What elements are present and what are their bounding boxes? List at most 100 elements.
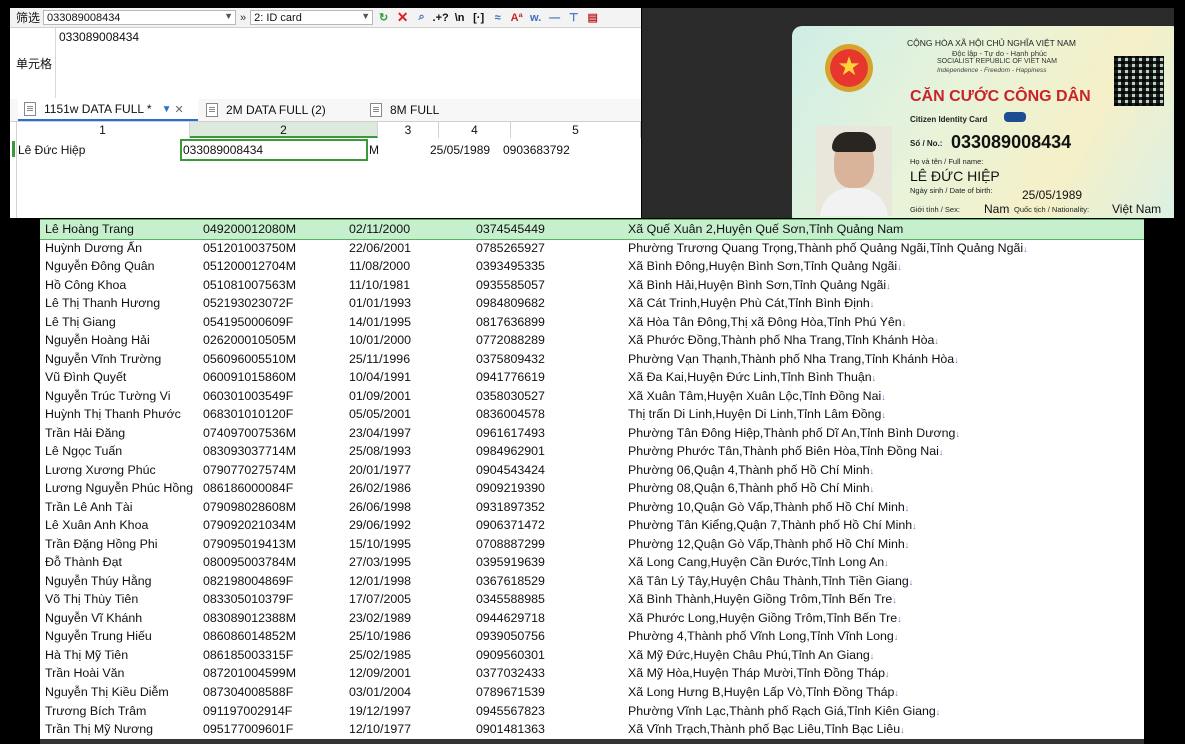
tab-8m-full[interactable]: 8M FULL — [370, 99, 470, 121]
column-header[interactable]: 2 — [190, 122, 378, 138]
table-cell[interactable]: Lê Đức Hiệp — [16, 139, 190, 161]
birth-date-cell: 10/01/2000 — [349, 333, 412, 348]
phone-cell: 0345588985 — [476, 592, 545, 607]
full-name-cell: Nguyễn Thúy Hằng — [45, 573, 152, 588]
full-name-cell: Nguyễn Đông Quân — [45, 259, 155, 274]
birth-date-cell: 17/07/2005 — [349, 592, 412, 607]
column-select[interactable]: 2: ID card ▼ — [250, 10, 374, 25]
table-row[interactable]: Trần Đặng Hồng Phi 079095019413M 15/10/199… — [40, 535, 1144, 554]
divider — [55, 28, 56, 98]
birth-date-cell: 14/01/1995 — [349, 314, 412, 329]
birth-date-cell: 12/10/1977 — [349, 722, 412, 737]
table-row[interactable]: Nguyễn Trung Hiếu 086086014852M 25/10/1986… — [40, 627, 1144, 646]
phone-cell: 0931897352 — [476, 499, 545, 514]
phone-cell: 0789671539 — [476, 685, 545, 699]
newline-icon[interactable]: \n — [451, 10, 468, 25]
id-number-cell: 086186000084F — [203, 481, 294, 496]
birth-date-cell: 11/08/2000 — [349, 259, 411, 274]
horizontal-scrollbar[interactable] — [40, 739, 1144, 744]
phone-cell: 0708887299 — [476, 536, 545, 551]
full-name-cell: Trần Hải Đăng — [45, 425, 126, 440]
table-row[interactable]: Lê Thị Thanh Hương 052193023072F 01/01/199… — [40, 294, 1144, 313]
table-row[interactable]: Hà Thị Mỹ Tiên 086185003315F 25/02/1985 090… — [40, 646, 1144, 665]
data-listing: Lê Hoàng Trang 049200012080M 02/11/2000 037… — [40, 219, 1144, 739]
search-icon[interactable]: ⌕ — [413, 10, 430, 25]
table-row[interactable]: Nguyễn Hoàng Hải 026200010505M 10/01/2000 0… — [40, 331, 1144, 350]
table-row[interactable]: Võ Thị Thùy Tiên 083305010379F 17/07/2005 0… — [40, 590, 1144, 609]
chevron-down-icon[interactable]: ▼ — [361, 11, 370, 21]
table-row[interactable]: Vũ Đình Quyết 060091015860M 10/04/1991 0941… — [40, 368, 1144, 387]
table-cell-selected[interactable]: 033089008434 — [180, 139, 368, 161]
full-name-cell: Võ Thị Thùy Tiên — [45, 592, 139, 607]
portrait-hair — [832, 132, 876, 152]
clear-filter-icon[interactable]: ⊤ — [565, 10, 582, 25]
table-row[interactable]: Nguyễn Vĩ Khánh 083089012388M 23/02/1989 09… — [40, 609, 1144, 628]
address-cell: Xã Đa Kai,Huyện Đức Linh,Tỉnh Bình Thuận — [628, 368, 876, 388]
full-name-cell: Trần Đặng Hồng Phi — [45, 536, 158, 551]
table-row[interactable]: Nguyễn Trúc Tường Vi 060301003549F 01/09/2… — [40, 387, 1144, 406]
close-icon[interactable]: ✕ — [175, 103, 184, 116]
table-row[interactable]: Trần Hoài Văn 087201004599M 12/09/2001 0377… — [40, 664, 1144, 683]
table-row[interactable]: Nguyễn Thị Kiều Diễm 087304008588F 03/01/2… — [40, 683, 1144, 702]
column-header[interactable]: 3 — [378, 122, 439, 138]
table-row[interactable]: Huỳnh Thị Thanh Phước 068301010120F 05/05/… — [40, 405, 1144, 424]
full-name-cell: Nguyễn Trung Hiếu — [45, 629, 152, 644]
chevron-down-icon[interactable]: ▼ — [224, 11, 233, 21]
cell-label: 单元格 — [16, 57, 53, 71]
filter-value-combo[interactable]: 033089008434 ▼ — [43, 10, 237, 25]
table-row[interactable]: Trương Bích Trâm 091197002914F 19/12/1997 0… — [40, 702, 1144, 721]
phone-cell: 0374545449 — [476, 222, 545, 236]
id-number-cell: 086086014852M — [203, 629, 297, 644]
table-row[interactable]: Lê Ngọc Tuấn 083093037714M 25/08/1993 09849… — [40, 442, 1144, 461]
regex-icon[interactable]: .+? — [432, 10, 449, 25]
birth-date-cell: 23/02/1989 — [349, 610, 412, 625]
table-row[interactable]: Nguyễn Vĩnh Trường 056096005510M 25/11/199… — [40, 350, 1144, 369]
column-header[interactable]: 4 — [439, 122, 511, 138]
table-row[interactable]: Đỗ Thành Đạt 080095003784M 27/03/1995 03959… — [40, 553, 1144, 572]
table-row[interactable]: Lê Xuân Anh Khoa 079092021034M 29/06/1992 0… — [40, 516, 1144, 535]
table-row[interactable]: Trần Thị Mỹ Nương 095177009601F 12/10/1977… — [40, 720, 1144, 739]
phone-cell: 0817636899 — [476, 314, 545, 329]
filter-value: 033089008434 — [47, 11, 121, 24]
close-filter-icon[interactable]: ✕ — [394, 9, 411, 25]
notes-icon[interactable]: ▤ — [584, 10, 601, 25]
bracket-icon[interactable]: [·] — [470, 10, 487, 25]
table-row[interactable]: Lê Thị Giang 054195000609F 14/01/1995 08176… — [40, 313, 1144, 332]
id-number-cell: 052193023072F — [203, 296, 294, 311]
address-cell: Phường Trương Quang Trọng,Thành phố Quản… — [628, 239, 1028, 259]
id-number-cell: 095177009601F — [203, 722, 294, 737]
tab-2m-data-full[interactable]: 2M DATA FULL (2) — [206, 99, 366, 121]
birth-date-cell: 29/06/1992 — [349, 518, 412, 533]
table-row[interactable]: Trần Hải Đăng 074097007536M 23/04/1997 0961… — [40, 424, 1144, 443]
whole-word-icon[interactable]: w. — [527, 10, 544, 25]
table-cell[interactable]: 0903683792 — [503, 139, 633, 161]
minus-icon[interactable]: — — [546, 10, 563, 25]
table-row[interactable]: Lương Nguyễn Phúc Hồng 086186000084F 26/02… — [40, 479, 1144, 498]
fuzzy-match-icon[interactable]: ≈ — [489, 10, 506, 25]
table-cell[interactable]: 25/05/1989 — [430, 139, 502, 161]
table-row[interactable]: Nguyễn Đông Quân 051200012704M 11/08/2000 0… — [40, 257, 1144, 276]
address-cell: Phường 06,Quận 4,Thành phố Hồ Chí Minh — [628, 461, 874, 481]
refresh-icon[interactable]: ↻ — [375, 10, 392, 25]
column-header[interactable]: 1 — [16, 122, 190, 138]
column-header[interactable]: 5 — [511, 122, 641, 138]
table-row[interactable]: Lương Xương Phúc 079077027574M 20/01/1977 0… — [40, 461, 1144, 480]
filter-icon[interactable]: ▼ — [162, 104, 172, 115]
birth-date-cell: 23/04/1997 — [349, 425, 412, 440]
table-row[interactable]: Huỳnh Dương Ấn 051201003750M 22/06/2001 078… — [40, 239, 1144, 258]
table-cell[interactable]: M — [369, 139, 430, 161]
table-row[interactable]: Nguyễn Thúy Hằng 082198004869F 12/01/1998 0… — [40, 572, 1144, 591]
table-row[interactable]: Hồ Công Khoa 051081007563M 11/10/1981 09355… — [40, 276, 1144, 295]
document-icon — [206, 103, 218, 117]
phone-cell: 0941776619 — [476, 370, 545, 385]
tab-1151w-data-full[interactable]: 1151w DATA FULL * ▼ ✕ — [18, 99, 198, 121]
address-cell: Xã Hòa Tân Đông,Thị xã Đông Hòa,Tỉnh Phú… — [628, 313, 906, 333]
id-number-cell: 026200010505M — [203, 333, 297, 348]
cell-value-input[interactable]: 033089008434 — [59, 30, 139, 44]
table-row-highlighted[interactable]: Lê Hoàng Trang 049200012080M 02/11/2000 037… — [40, 219, 1144, 240]
phone-cell: 0945567823 — [476, 703, 545, 718]
table-row[interactable]: Trần Lê Anh Tài 079098028608M 26/06/1998 09… — [40, 498, 1144, 517]
birth-date-cell: 12/01/1998 — [349, 573, 412, 588]
match-case-icon[interactable]: Aª — [508, 10, 525, 25]
card-title: CĂN CƯỚC CÔNG DÂN — [910, 88, 1091, 105]
